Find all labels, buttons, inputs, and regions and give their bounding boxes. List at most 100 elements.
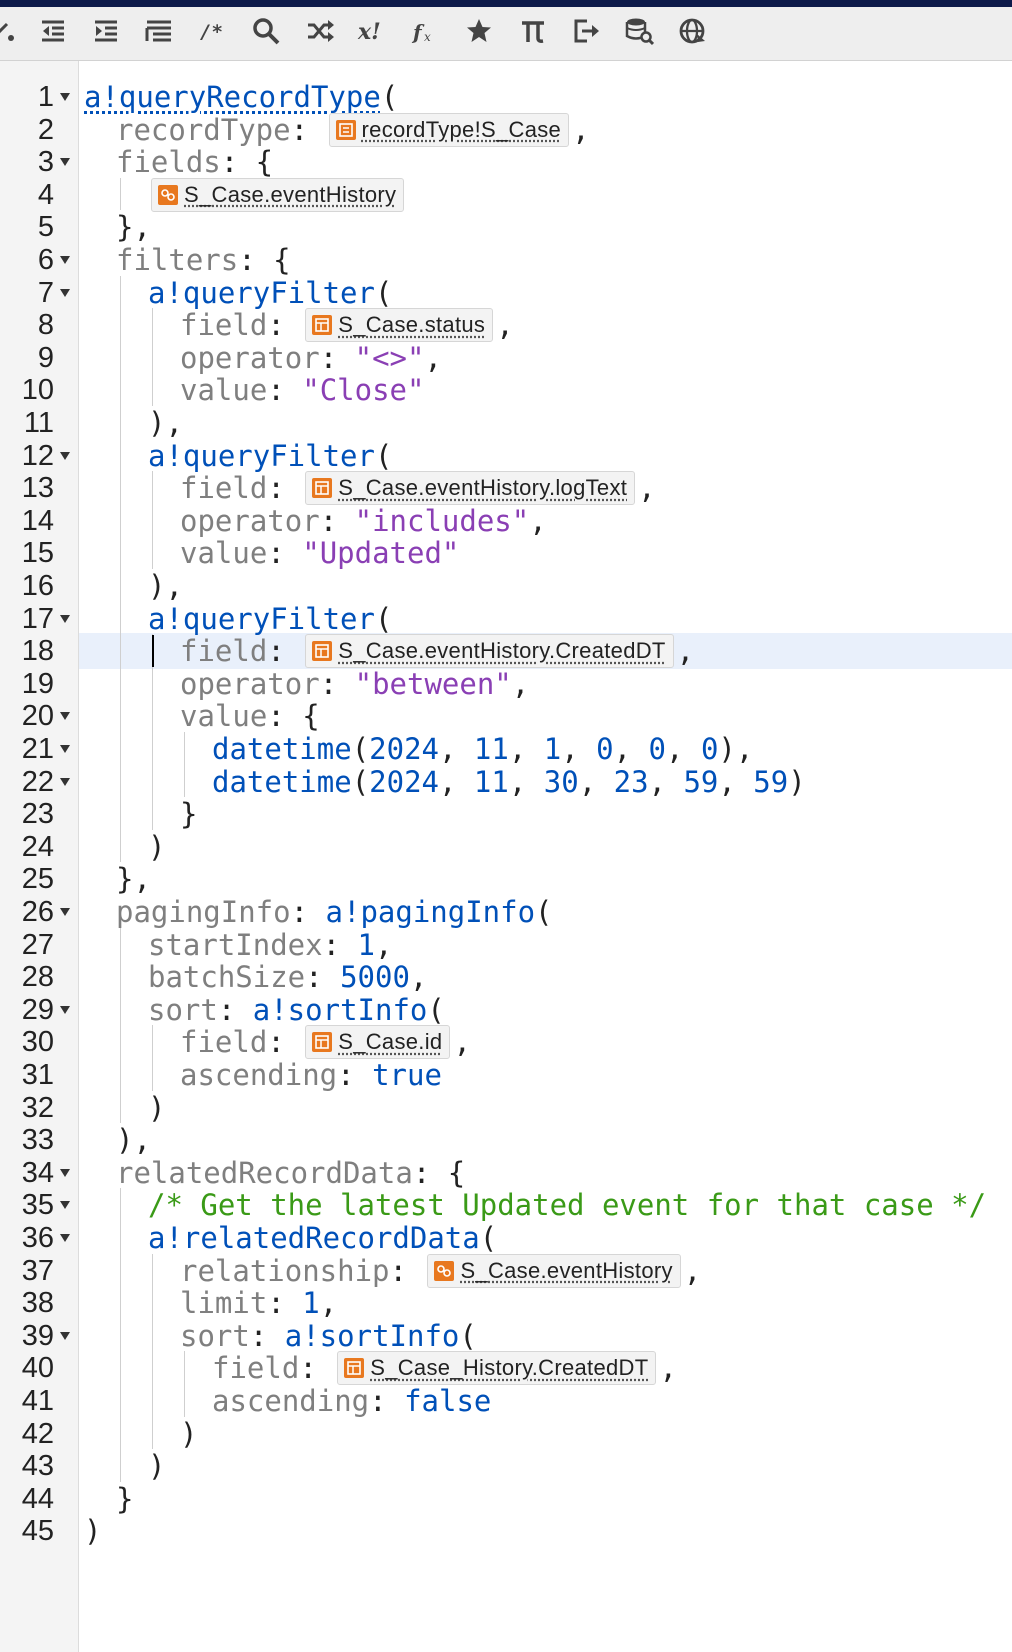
code-line[interactable]: field: S_Case.eventHistory.logText, (180, 471, 656, 506)
function-button[interactable]: fx (406, 15, 446, 51)
record-field-chip[interactable]: S_Case.eventHistory.CreatedDT (305, 634, 674, 669)
shuffle-button[interactable] (300, 15, 340, 51)
fold-toggle-icon[interactable] (58, 1231, 72, 1245)
record-field-chip[interactable]: S_Case.id (305, 1025, 451, 1060)
code-line[interactable]: ) (180, 1417, 197, 1451)
record-field-chip[interactable]: S_Case_History.CreatedDT (337, 1351, 657, 1386)
line-number: 23 (21, 798, 54, 831)
record-field-icon (312, 478, 333, 499)
code-line[interactable]: ) (148, 1091, 165, 1125)
query-data-button[interactable] (619, 15, 659, 51)
editor-toolbar: /* x! f x (0, 7, 1012, 61)
fold-toggle-icon[interactable] (58, 742, 72, 756)
code-line[interactable]: /* Get the latest Updated event for that… (148, 1188, 986, 1222)
code-line[interactable]: operator: "<>", (180, 341, 442, 375)
code-line[interactable]: ), (116, 1123, 151, 1157)
code-line[interactable]: ), (148, 569, 183, 603)
code-line[interactable]: relatedRecordData: { (116, 1156, 465, 1190)
fold-toggle-icon[interactable] (58, 253, 72, 267)
record-field-chip[interactable]: S_Case.eventHistory.logText (305, 471, 636, 506)
line-number: 42 (21, 1417, 54, 1450)
code-line[interactable]: field: S_Case.eventHistory.CreatedDT, (180, 634, 694, 669)
fold-toggle-icon[interactable] (58, 775, 72, 789)
export-button[interactable] (566, 15, 606, 51)
code-line[interactable]: field: S_Case.id, (180, 1025, 471, 1060)
parameter-name: value (180, 699, 268, 734)
punctuation: , (659, 1351, 677, 1386)
fold-toggle-icon[interactable] (58, 90, 72, 104)
fold-toggle-icon[interactable] (58, 1003, 72, 1017)
code-line[interactable]: field: S_Case_History.CreatedDT, (212, 1351, 677, 1386)
parameter-name: fields (116, 145, 221, 180)
code-line[interactable]: ) (148, 830, 165, 864)
partial-button[interactable] (0, 15, 26, 51)
code-line[interactable]: fields: { (116, 145, 273, 179)
code-line[interactable]: ), (148, 406, 183, 440)
punctuation: ( (380, 80, 399, 114)
code-line[interactable]: value: "Close" (180, 373, 424, 407)
fold-toggle-icon[interactable] (58, 612, 72, 626)
code-line[interactable]: a!queryRecordType( (84, 80, 398, 114)
search-button[interactable] (246, 15, 286, 51)
format-button[interactable] (139, 15, 179, 51)
record-field-chip[interactable]: S_Case.status (305, 308, 494, 343)
code-editor[interactable]: a!queryRecordType(recordType: recordType… (79, 61, 1012, 1652)
fold-toggle-icon[interactable] (58, 1329, 72, 1343)
fold-toggle-icon[interactable] (58, 1166, 72, 1180)
code-line[interactable]: ) (148, 1449, 165, 1483)
fold-toggle-icon[interactable] (58, 1198, 72, 1212)
fold-toggle-icon[interactable] (58, 286, 72, 300)
line-number: 13 (21, 472, 54, 505)
code-line[interactable]: value: "Updated" (180, 536, 459, 570)
outdent-button[interactable] (33, 15, 73, 51)
fold-toggle-icon[interactable] (58, 449, 72, 463)
code-line[interactable]: relationship: S_Case.eventHistory, (180, 1253, 701, 1288)
code-line[interactable]: sort: a!sortInfo( (148, 993, 445, 1027)
punctuation: ( (535, 895, 553, 929)
code-line[interactable]: a!relatedRecordData( (148, 1221, 497, 1255)
code-line[interactable]: ascending: true (180, 1058, 442, 1092)
code-line[interactable]: a!queryFilter( (148, 602, 392, 636)
web-api-button[interactable] (672, 15, 712, 51)
code-line[interactable]: S_Case.eventHistory (148, 177, 407, 212)
code-line[interactable]: } (116, 1482, 133, 1516)
relationship-chip[interactable]: S_Case.eventHistory (151, 177, 405, 212)
code-line[interactable]: field: S_Case.status, (180, 308, 514, 343)
fold-toggle-icon[interactable] (58, 155, 72, 169)
code-line[interactable]: ) (84, 1514, 101, 1548)
code-line[interactable]: limit: 1, (180, 1286, 337, 1320)
test-variable-button[interactable]: x! (352, 15, 392, 51)
favorite-star-button[interactable] (459, 15, 499, 51)
code-line[interactable]: a!queryFilter( (148, 276, 392, 310)
comment-button[interactable]: /* (193, 15, 233, 51)
code-line[interactable]: value: { (180, 699, 320, 733)
code-line[interactable]: operator: "includes", (180, 504, 547, 538)
code-line[interactable]: }, (116, 210, 151, 244)
relationship-chip[interactable]: S_Case.eventHistory (427, 1253, 681, 1288)
code-line[interactable]: recordType: recordType!S_Case, (116, 112, 590, 147)
code-line[interactable]: filters: { (116, 243, 291, 277)
code-line[interactable]: }, (116, 862, 151, 896)
code-line[interactable]: ascending: false (212, 1384, 491, 1418)
code-line[interactable]: datetime(2024, 11, 30, 23, 59, 59) (212, 765, 806, 799)
record-type-chip[interactable]: recordType!S_Case (328, 112, 570, 147)
code-line[interactable]: operator: "between", (180, 667, 529, 701)
code-line[interactable]: batchSize: 5000, (148, 960, 427, 994)
pi-constant-button[interactable] (513, 15, 553, 51)
code-line[interactable]: startIndex: 1, (148, 928, 392, 962)
parameter-name: field (212, 1351, 300, 1386)
code-line[interactable]: pagingInfo: a!pagingInfo( (116, 895, 553, 929)
code-line[interactable]: a!queryFilter( (148, 439, 392, 473)
fold-toggle-icon[interactable] (58, 905, 72, 919)
punctuation: , (529, 503, 547, 538)
number-literal: 2024 (369, 732, 439, 766)
record-field-icon (344, 1358, 365, 1379)
line-number: 32 (21, 1091, 54, 1124)
indent-button[interactable] (86, 15, 126, 51)
code-line[interactable]: datetime(2024, 11, 1, 0, 0, 0), (212, 732, 753, 766)
punctuation: , (572, 112, 590, 147)
code-line[interactable]: } (180, 797, 197, 831)
fold-toggle-icon[interactable] (58, 709, 72, 723)
code-line[interactable]: sort: a!sortInfo( (180, 1319, 477, 1353)
function-name: datetime (212, 732, 352, 766)
